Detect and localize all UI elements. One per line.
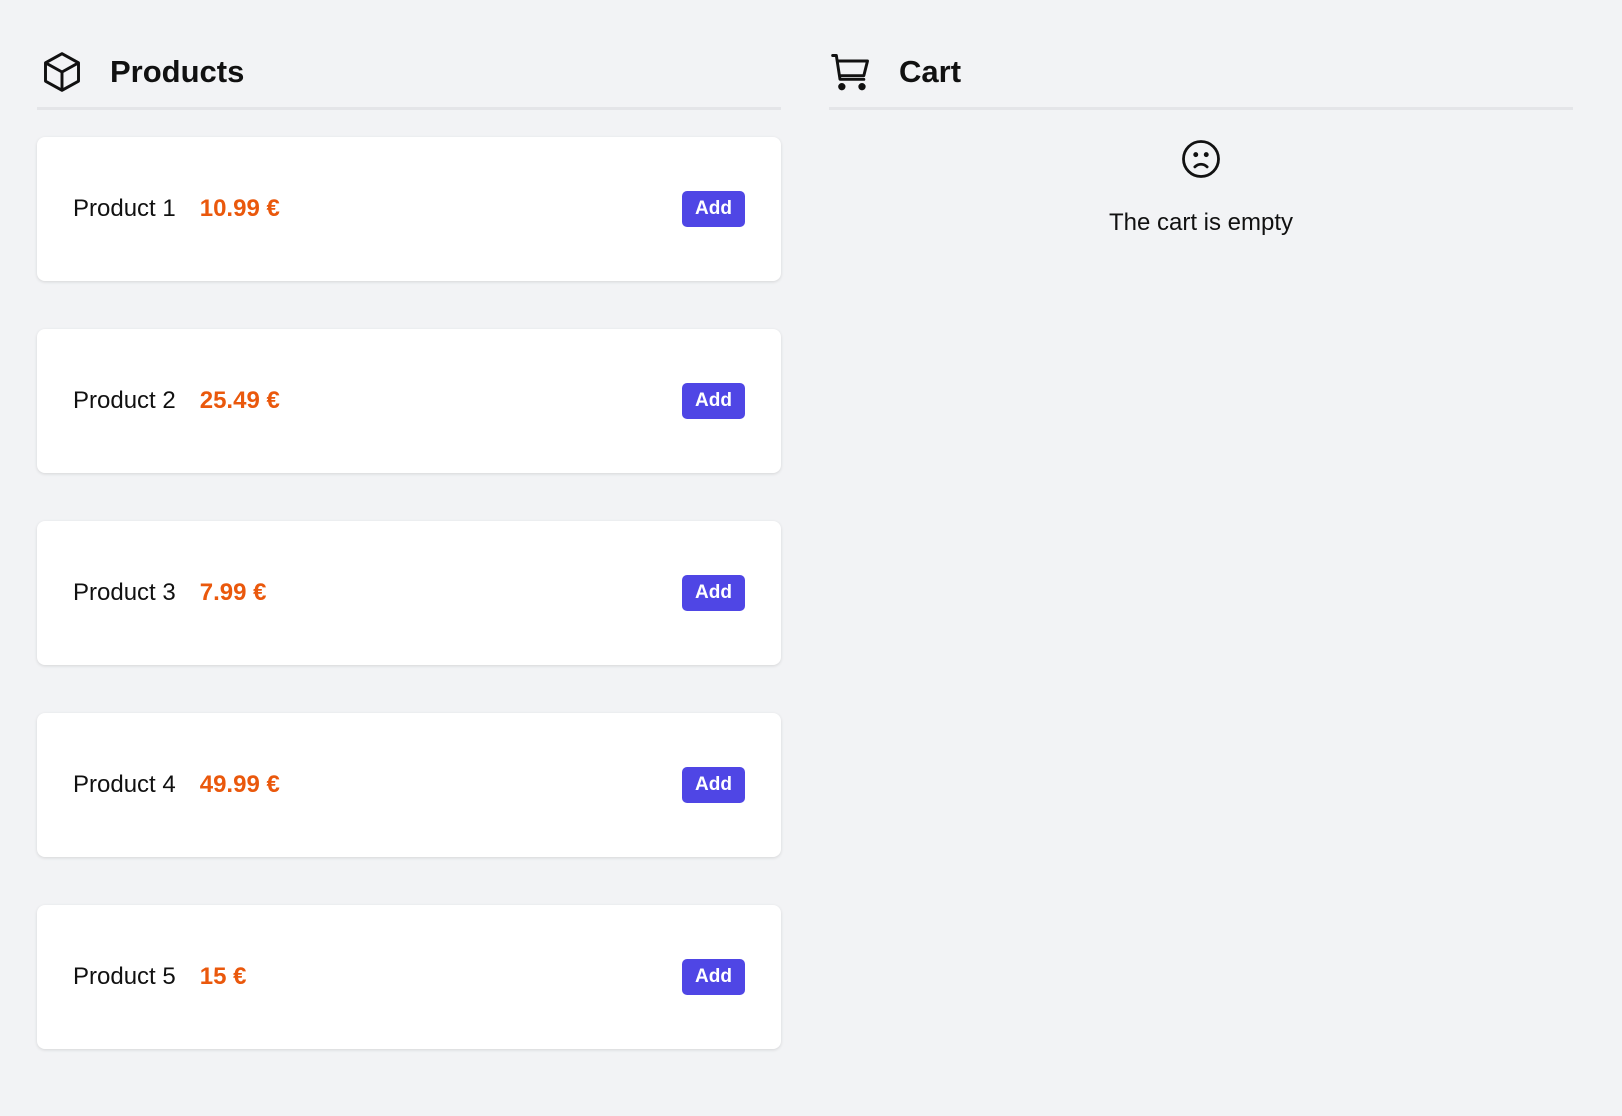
- cube-icon: [44, 51, 80, 92]
- product-name: Product 5: [73, 963, 176, 990]
- product-name: Product 2: [73, 387, 176, 414]
- cart-icon: [831, 53, 869, 90]
- product-price: 25.49 €: [199, 387, 280, 414]
- add-to-cart-button[interactable]: Add: [682, 191, 745, 227]
- cart-panel: Cart The cart is empty: [829, 0, 1573, 237]
- product-card: Product 2 25.49 € Add: [37, 329, 781, 473]
- cart-title: Cart: [899, 53, 962, 89]
- product-price: 49.99 €: [199, 771, 280, 798]
- add-to-cart-button[interactable]: Add: [682, 959, 745, 995]
- products-title: Products: [110, 53, 245, 89]
- product-card: Product 5 15 € Add: [37, 905, 781, 1049]
- add-to-cart-button[interactable]: Add: [682, 575, 745, 611]
- product-price: 7.99 €: [199, 579, 267, 606]
- products-header: Products: [37, 0, 781, 110]
- product-name: Product 4: [73, 771, 176, 798]
- empty-cart: The cart is empty: [829, 110, 1573, 237]
- product-card: Product 4 49.99 € Add: [37, 713, 781, 857]
- product-price: 10.99 €: [199, 195, 280, 222]
- product-card: Product 1 10.99 € Add: [37, 137, 781, 281]
- add-to-cart-button[interactable]: Add: [682, 383, 745, 419]
- add-to-cart-button[interactable]: Add: [682, 767, 745, 803]
- sad-face-icon: [1182, 140, 1220, 178]
- product-card: Product 3 7.99 € Add: [37, 521, 781, 665]
- cart-header: Cart: [829, 0, 1573, 110]
- product-name: Product 1: [73, 195, 176, 222]
- products-panel: Products Product 1 10.99 € Add Product 2 25.…: [37, 0, 781, 1049]
- product-name: Product 3: [73, 579, 176, 606]
- product-price: 15 €: [199, 963, 247, 990]
- empty-cart-text: The cart is empty: [1108, 209, 1294, 236]
